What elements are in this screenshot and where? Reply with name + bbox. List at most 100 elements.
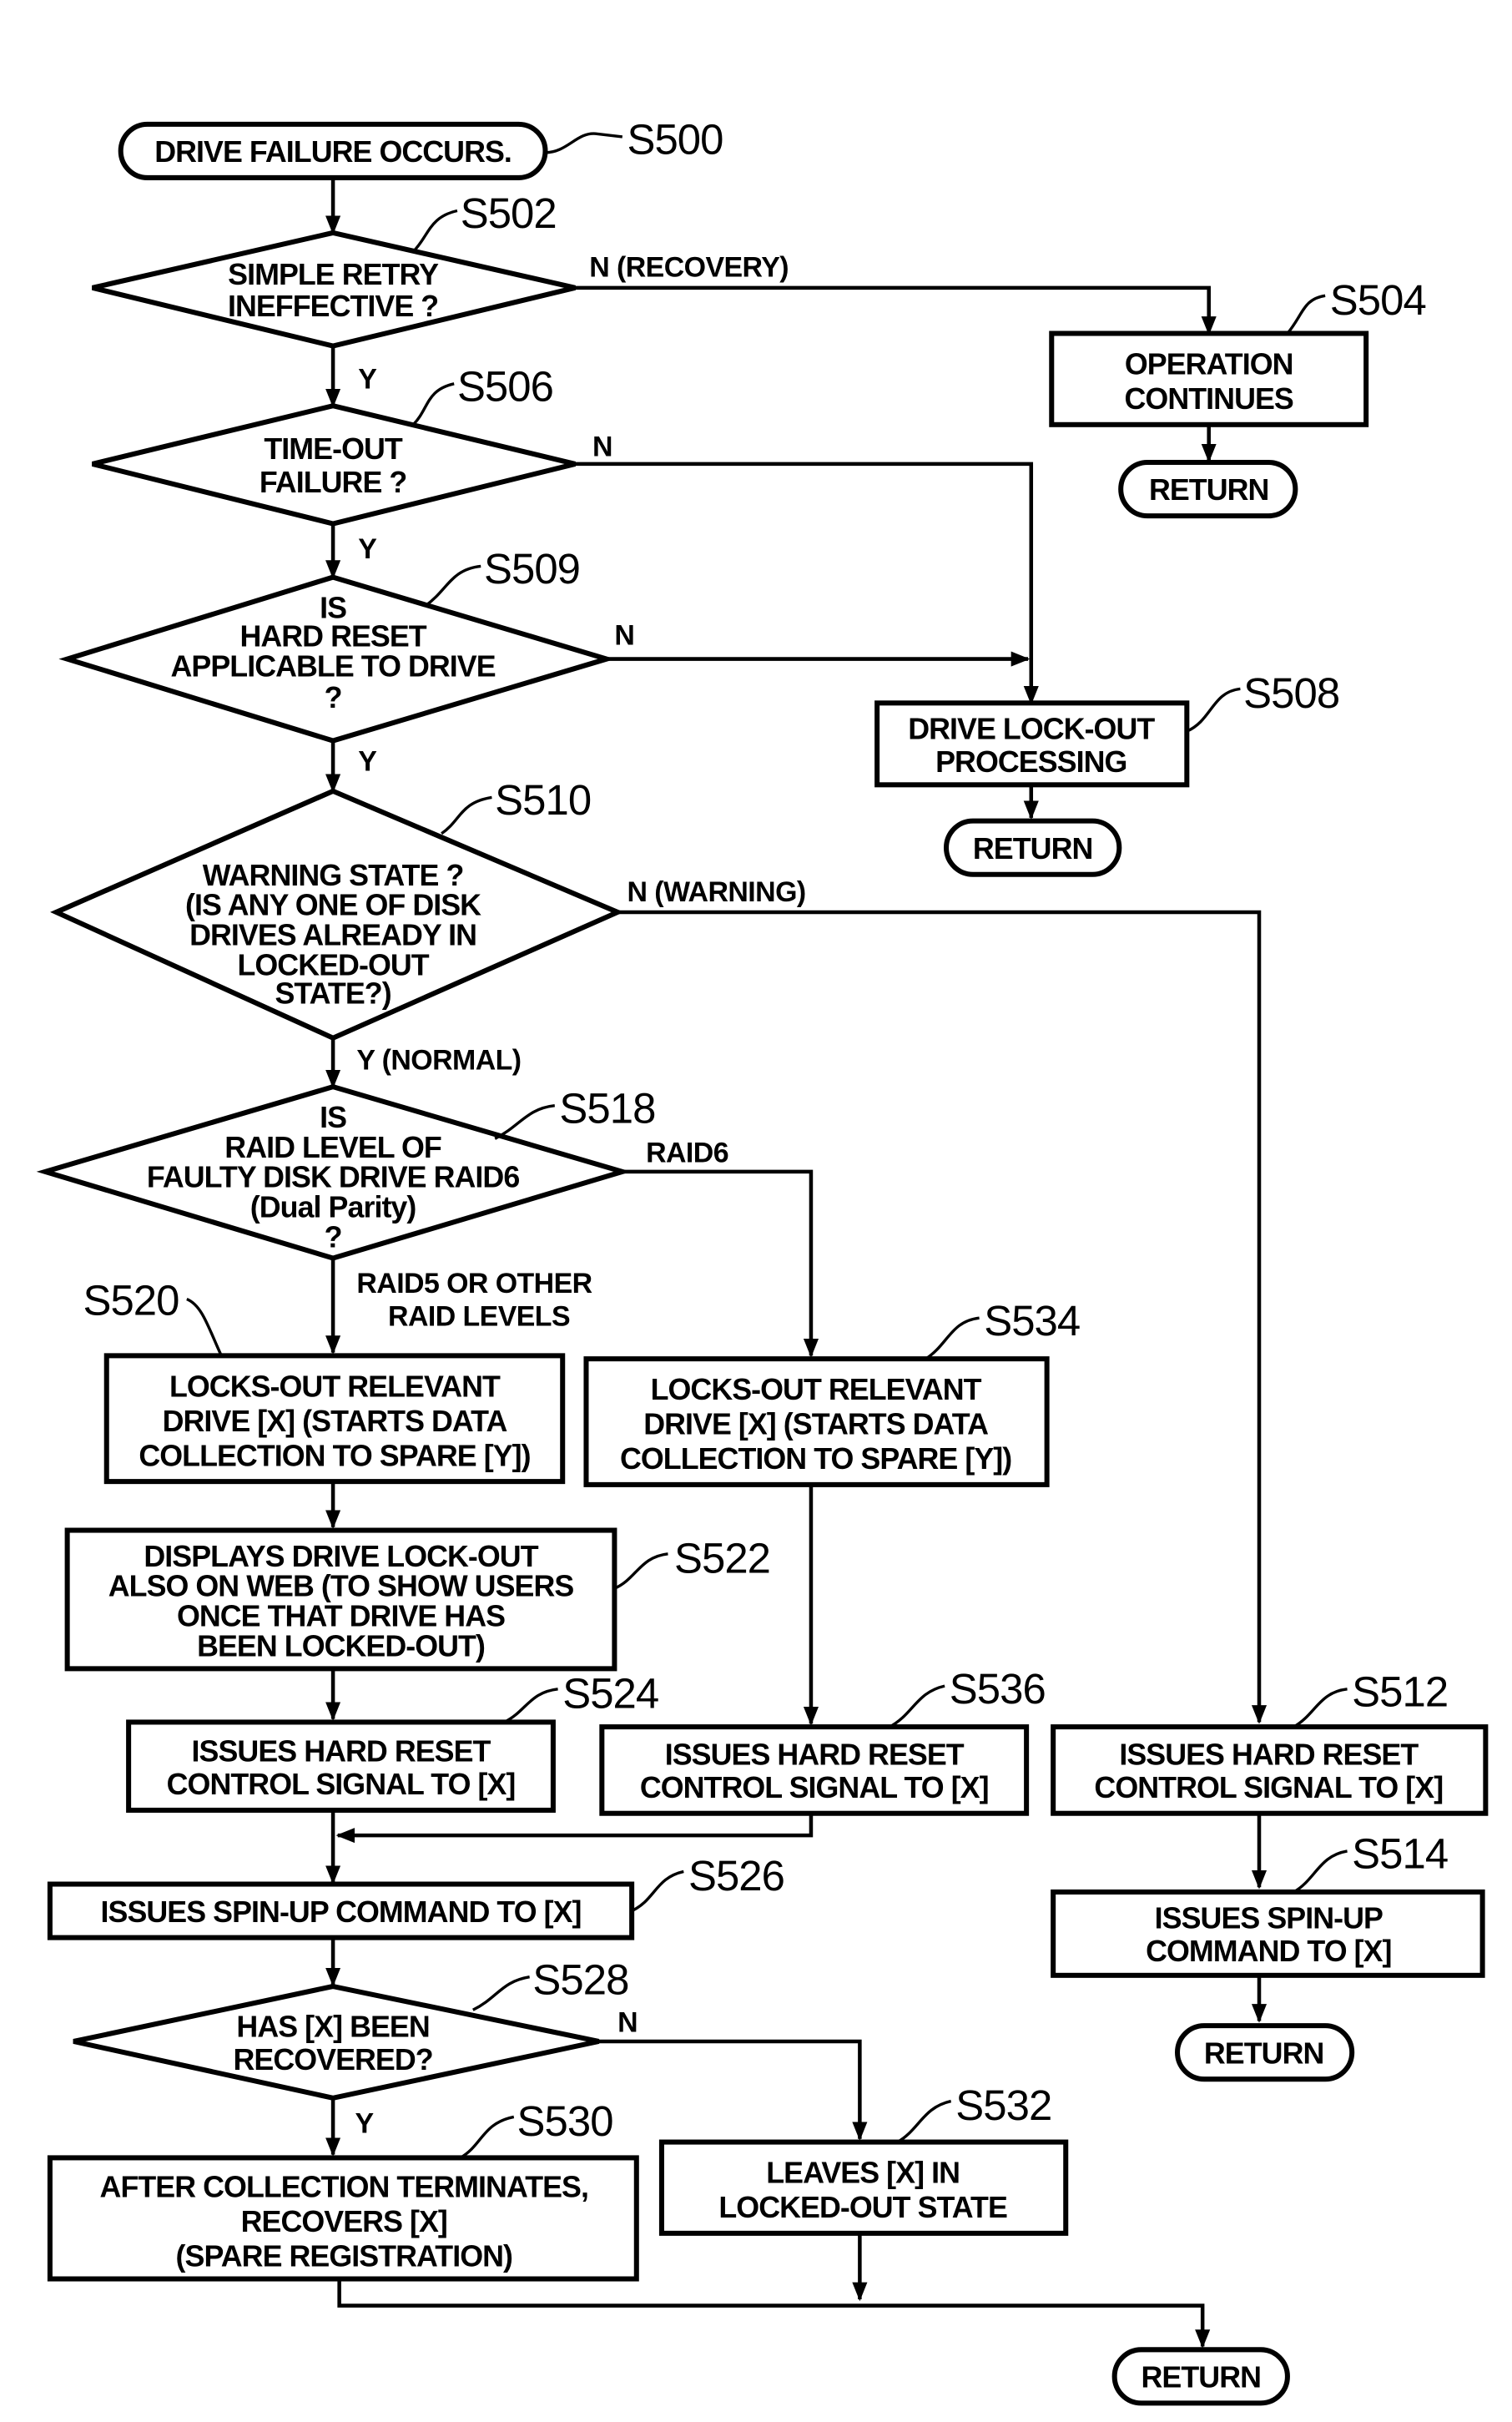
node-s534: LOCKS-OUT RELEVANT DRIVE [X] (STARTS DAT… (583, 1297, 1081, 1487)
step-label: S509 (484, 545, 580, 593)
node-text: ALSO ON WEB (TO SHOW USERS (108, 1570, 574, 1603)
node-text: DRIVE FAILURE OCCURS. (154, 135, 512, 169)
step-leader (459, 2115, 515, 2159)
step-leader (925, 1316, 980, 1360)
step-label: S530 (517, 2097, 613, 2145)
node-text: (IS ANY ONE OF DISK (185, 889, 481, 922)
node-text: BEEN LOCKED-OUT) (197, 1629, 485, 1663)
return-label: RETURN (1149, 473, 1269, 507)
edge-s506-s508 (575, 462, 1039, 705)
step-leader (411, 209, 458, 253)
node-s512: ISSUES HARD RESET CONTROL SIGNAL TO [X] … (1051, 1668, 1489, 1816)
return-s508: RETURN (943, 818, 1122, 877)
edge-label-s502-y: Y (358, 363, 377, 395)
node-text: OPERATION (1125, 347, 1293, 381)
node-s500: DRIVE FAILURE OCCURS. S500 (118, 116, 723, 180)
edge-s510-s512 (617, 910, 1268, 1724)
node-s514: ISSUES SPIN-UP COMMAND TO [X] S514 (1051, 1830, 1485, 1978)
step-leader (186, 1297, 223, 1357)
node-text: COLLECTION TO SPARE [Y]) (139, 1439, 530, 1472)
edge-s502-s504 (575, 285, 1217, 336)
node-text: COMMAND TO [X] (1146, 1935, 1391, 1968)
step-label: S510 (495, 776, 591, 824)
return-label: RETURN (1142, 2361, 1262, 2394)
step-leader (1293, 1688, 1348, 1728)
node-text: ISSUES HARD RESET (192, 1735, 491, 1769)
node-text: AFTER COLLECTION TERMINATES, (100, 2171, 588, 2204)
node-s522: DISPLAYS DRIVE LOCK-OUT ALSO ON WEB (TO … (64, 1527, 771, 1672)
edge-label-s510-y: Y (NORMAL) (356, 1044, 521, 1076)
node-text: TIME-OUT (264, 432, 403, 466)
node-text: IS (320, 1101, 346, 1134)
node-text: (SPARE REGISTRATION) (176, 2239, 512, 2273)
node-text: WARNING STATE ? (203, 859, 464, 892)
node-text: LOCKED-OUT STATE (718, 2191, 1007, 2224)
step-label: S534 (984, 1297, 1080, 1345)
node-text: DRIVES ALREADY IN (189, 919, 476, 952)
step-leader (889, 1684, 945, 1728)
node-text: HARD RESET (239, 619, 426, 653)
node-text: DISPLAYS DRIVE LOCK-OUT (144, 1540, 538, 1573)
edge-label-s518-raid6: RAID6 (646, 1138, 728, 1169)
node-text: LOCKS-OUT RELEVANT (169, 1370, 501, 1403)
node-s532: LEAVES [X] IN LOCKED-OUT STATE S532 (658, 2081, 1069, 2236)
return-end: RETURN (1111, 2347, 1290, 2406)
step-leader (1293, 1849, 1348, 1894)
edge-label-s509-y: Y (358, 745, 377, 777)
node-s510: WARNING STATE ? (IS ANY ONE OF DISK DRIV… (50, 776, 624, 1042)
flowchart: DRIVE FAILURE OCCURS. S500 SIMPLE RETRY … (36, 116, 1489, 2406)
node-text: FAULTY DISK DRIVE RAID6 (147, 1161, 519, 1194)
node-text: APPLICABLE TO DRIVE (171, 649, 496, 683)
step-leader (545, 132, 623, 154)
step-label: S526 (688, 1852, 784, 1900)
node-text: STATE?) (275, 976, 391, 1010)
step-label: S532 (955, 2081, 1051, 2129)
node-text: RAID LEVEL OF (224, 1131, 441, 1164)
edge-label-s510-n: N (WARNING) (627, 876, 805, 908)
edge-label-s509-n: N (614, 620, 634, 652)
step-leader (411, 382, 455, 426)
node-text: INEFFECTIVE ? (228, 290, 438, 323)
step-label: S520 (83, 1276, 179, 1324)
node-text: DRIVE LOCK-OUT (908, 713, 1155, 746)
node-text: SIMPLE RETRY (228, 258, 439, 291)
edge-s536-merge (335, 1813, 814, 1844)
step-label: S502 (461, 189, 557, 237)
step-label: S528 (532, 1955, 628, 2003)
step-label: S508 (1243, 669, 1339, 717)
step-leader (425, 564, 481, 607)
edge-label-s518-other: RAID LEVELS (388, 1301, 570, 1333)
step-label: S506 (457, 363, 553, 411)
node-text: ? (325, 1220, 342, 1254)
step-leader (896, 2099, 952, 2144)
step-leader (441, 795, 492, 835)
node-text: ISSUES HARD RESET (665, 1738, 965, 1771)
node-s518: IS RAID LEVEL OF FAULTY DISK DRIVE RAID6… (36, 1083, 656, 1261)
step-label: S536 (950, 1665, 1046, 1713)
node-s530: AFTER COLLECTION TERMINATES, RECOVERS [X… (47, 2097, 639, 2282)
edge-s528-s532 (598, 2039, 868, 2142)
edge-label-s528-y: Y (355, 2107, 374, 2139)
node-s524: ISSUES HARD RESET CONTROL SIGNAL TO [X] … (126, 1669, 659, 1813)
edge-label-s518-other: RAID5 OR OTHER (356, 1268, 592, 1299)
edge-s518-s534 (622, 1169, 819, 1358)
node-text: ? (325, 681, 342, 714)
step-label: S512 (1352, 1668, 1448, 1716)
step-leader (472, 1975, 530, 2011)
edge-label-s502-n: N (RECOVERY) (589, 252, 789, 284)
node-text: ONCE THAT DRIVE HAS (177, 1599, 505, 1632)
step-leader (494, 1104, 555, 1140)
step-label: S504 (1330, 276, 1426, 324)
node-text: RECOVERED? (233, 2043, 432, 2076)
return-label: RETURN (973, 832, 1093, 865)
step-label: S500 (627, 116, 723, 164)
node-text: CONTINUES (1125, 382, 1293, 416)
return-s514: RETURN (1175, 2023, 1355, 2082)
step-label: S514 (1352, 1830, 1448, 1878)
node-s528: HAS [X] BEEN RECOVERED? S528 (73, 1955, 629, 2101)
edge-label-s506-n: N (592, 431, 612, 462)
step-leader (631, 1869, 684, 1913)
step-leader (1186, 687, 1241, 733)
node-s504: OPERATION CONTINUES S504 (1049, 276, 1427, 427)
node-text: COLLECTION TO SPARE [Y]) (620, 1442, 1011, 1476)
